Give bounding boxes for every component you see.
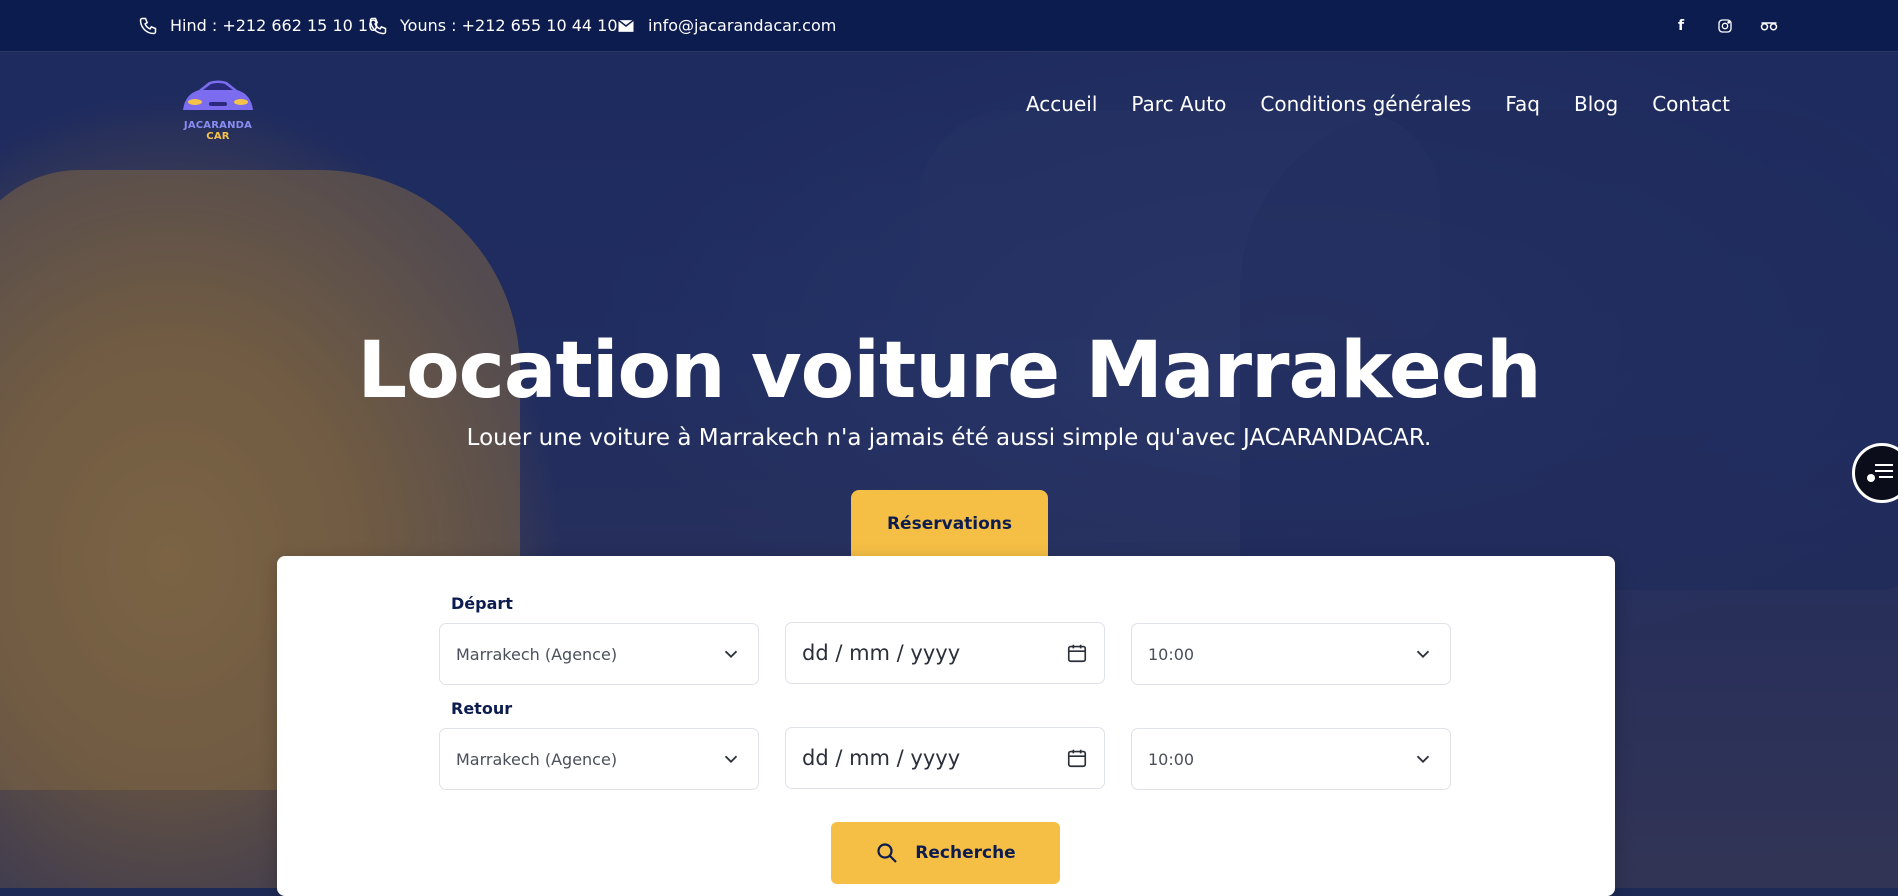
- tripadvisor-icon[interactable]: [1760, 17, 1778, 35]
- calendar-icon[interactable]: [1066, 747, 1088, 769]
- nav-item-faq[interactable]: Faq: [1505, 92, 1540, 116]
- chevron-down-icon: [1416, 755, 1430, 764]
- nav-item-parc-auto[interactable]: Parc Auto: [1131, 92, 1226, 116]
- nav-item-accueil[interactable]: Accueil: [1026, 92, 1097, 116]
- hero-title: Location voiture Marrakech: [357, 326, 1541, 416]
- contact-youns-text: Youns : +212 655 10 44 10: [400, 16, 618, 35]
- search-button[interactable]: Recherche: [831, 822, 1060, 884]
- search-button-label: Recherche: [915, 843, 1016, 863]
- contact-hind-text: Hind : +212 662 15 10 10: [170, 16, 379, 35]
- list-filter-icon: [1867, 464, 1893, 482]
- instagram-icon[interactable]: [1716, 17, 1734, 35]
- return-label: Retour: [451, 699, 513, 718]
- contact-hind[interactable]: Hind : +212 662 15 10 10: [138, 0, 378, 51]
- tab-reservations[interactable]: Réservations: [851, 490, 1048, 557]
- top-bar: Hind : +212 662 15 10 10 Youns : +212 65…: [0, 0, 1898, 52]
- logo-text-part1: JACARANDA: [183, 120, 253, 131]
- facebook-icon[interactable]: f: [1672, 17, 1690, 35]
- contact-email-text: info@jacarandacar.com: [648, 16, 837, 35]
- contact-email[interactable]: info@jacarandacar.com: [616, 0, 836, 51]
- departure-date-input[interactable]: dd / mm / yyyy: [785, 622, 1105, 684]
- nav-item-contact[interactable]: Contact: [1652, 92, 1730, 116]
- return-date-input[interactable]: dd / mm / yyyy: [785, 727, 1105, 789]
- chevron-down-icon: [724, 755, 738, 764]
- departure-location-value: Marrakech (Agence): [456, 644, 618, 664]
- departure-time-select[interactable]: 10:00: [1131, 623, 1451, 685]
- departure-time-value: 10:00: [1148, 644, 1195, 664]
- nav-item-blog[interactable]: Blog: [1574, 92, 1618, 116]
- social-links: f: [1672, 0, 1778, 51]
- logo-text-part2: CAR: [206, 131, 230, 142]
- return-time-select[interactable]: 10:00: [1131, 728, 1451, 790]
- main-navigation: Accueil Parc Auto Conditions générales F…: [1026, 92, 1730, 116]
- departure-label: Départ: [451, 594, 513, 613]
- logo-text: JACARANDA CAR: [175, 120, 261, 142]
- car-logo-icon: [183, 80, 253, 110]
- return-date-placeholder: dd / mm / yyyy: [802, 746, 961, 770]
- phone-icon: [369, 17, 387, 34]
- nav-item-conditions[interactable]: Conditions générales: [1260, 92, 1471, 116]
- mail-icon: [618, 19, 634, 32]
- return-time-value: 10:00: [1148, 749, 1195, 769]
- phone-icon: [139, 17, 157, 34]
- contact-youns[interactable]: Youns : +212 655 10 44 10: [368, 0, 618, 51]
- departure-date-placeholder: dd / mm / yyyy: [802, 641, 961, 665]
- hero-subtitle: Louer une voiture à Marrakech n'a jamais…: [466, 425, 1432, 451]
- return-location-select[interactable]: Marrakech (Agence): [439, 728, 759, 790]
- return-location-value: Marrakech (Agence): [456, 749, 618, 769]
- chevron-down-icon: [1416, 650, 1430, 659]
- departure-location-select[interactable]: Marrakech (Agence): [439, 623, 759, 685]
- search-icon: [877, 843, 898, 863]
- calendar-icon[interactable]: [1066, 642, 1088, 664]
- site-logo[interactable]: JACARANDA CAR: [175, 76, 261, 142]
- chevron-down-icon: [724, 650, 738, 659]
